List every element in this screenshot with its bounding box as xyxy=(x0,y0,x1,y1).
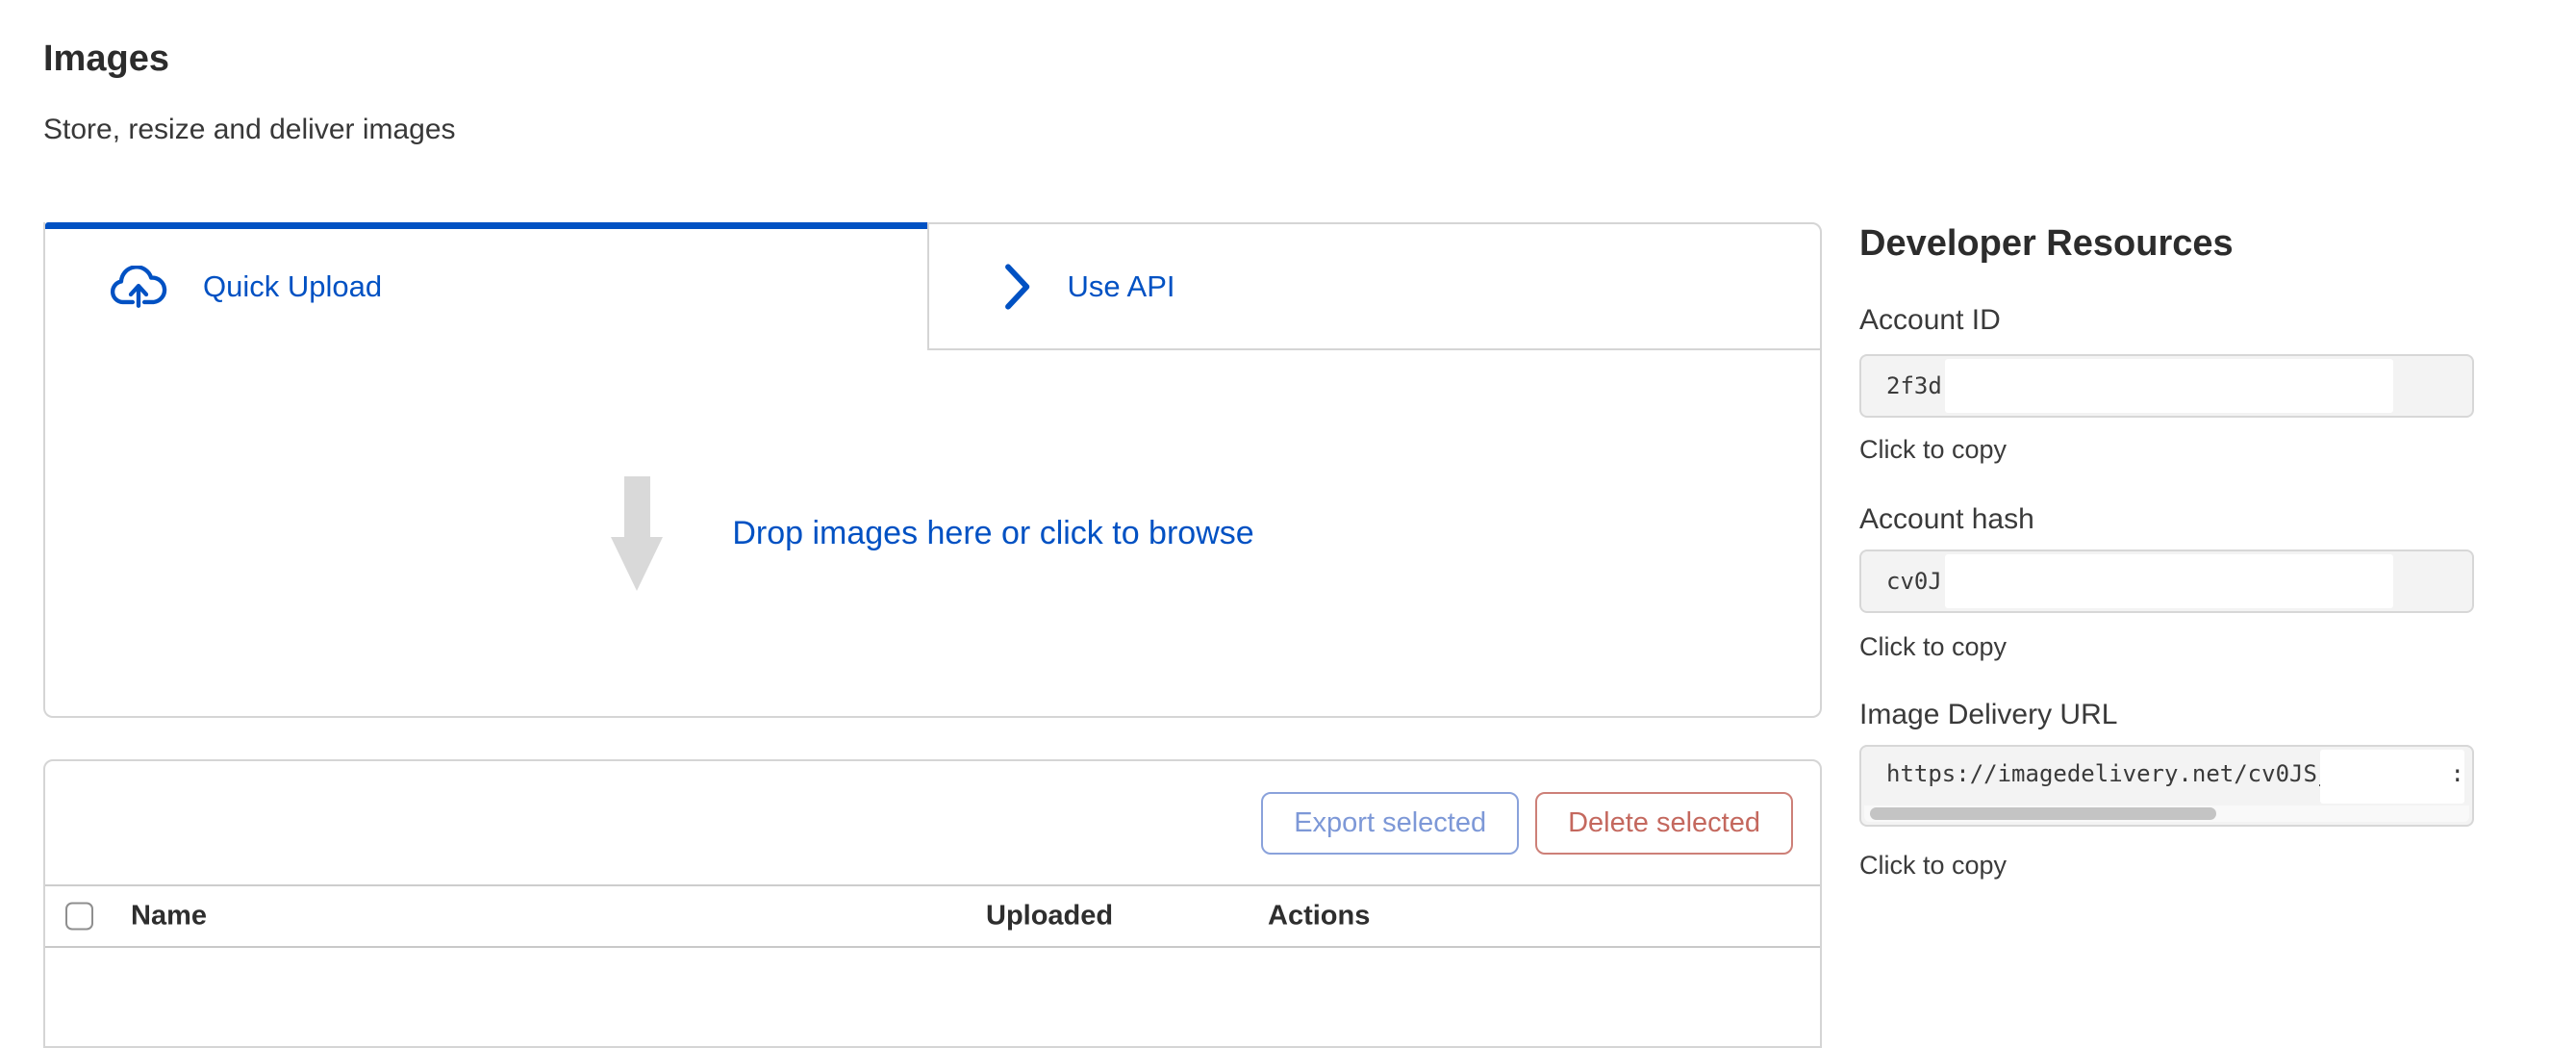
delivery-url-field[interactable]: https://imagedelivery.net/cv0JSj : xyxy=(1859,745,2474,827)
developer-resources-sidebar: Developer Resources Account ID 2f3d Clic… xyxy=(1859,223,2474,955)
redacted-value-mask xyxy=(1945,554,2393,608)
arrow-down-icon xyxy=(611,476,663,591)
account-id-field[interactable]: 2f3d xyxy=(1859,354,2474,418)
account-id-value: 2f3d xyxy=(1886,372,1942,399)
account-hash-label: Account hash xyxy=(1859,503,2034,536)
delivery-url-value: https://imagedelivery.net/cv0JSj xyxy=(1886,760,2331,787)
account-id-label: Account ID xyxy=(1859,304,2001,337)
tab-use-api[interactable]: Use API xyxy=(927,222,1823,350)
image-dropzone[interactable]: Drop images here or click to browse xyxy=(43,350,1822,718)
column-header-name: Name xyxy=(131,901,207,933)
tab-quick-upload[interactable]: Quick Upload xyxy=(43,222,927,350)
upload-panel: Quick Upload Use API Drop images here or… xyxy=(43,222,1822,718)
delivery-url-label: Image Delivery URL xyxy=(1859,699,2117,731)
redacted-value-mask xyxy=(1945,359,2393,413)
tab-quick-upload-label: Quick Upload xyxy=(203,269,382,304)
account-hash-value: cv0J xyxy=(1886,568,1942,595)
horizontal-scrollbar-track xyxy=(1864,805,2469,822)
redacted-value-mask xyxy=(2320,750,2464,804)
table-header-row: Name Uploaded Actions xyxy=(45,884,1820,948)
account-id-copy-hint: Click to copy xyxy=(1859,435,2007,465)
cloud-upload-icon xyxy=(109,266,168,308)
image-list-toolbar: Export selected Delete selected xyxy=(45,761,1820,884)
column-header-uploaded: Uploaded xyxy=(986,901,1113,933)
upload-tabs: Quick Upload Use API xyxy=(43,222,1822,350)
export-selected-button[interactable]: Export selected xyxy=(1261,792,1519,855)
image-list-panel: Export selected Delete selected Name Upl… xyxy=(43,759,1822,1048)
column-header-actions: Actions xyxy=(1268,901,1370,933)
tab-use-api-label: Use API xyxy=(1068,269,1175,304)
account-hash-field[interactable]: cv0J xyxy=(1859,550,2474,613)
account-hash-copy-hint: Click to copy xyxy=(1859,632,2007,662)
page-subtitle: Store, resize and deliver images xyxy=(43,114,456,146)
sidebar-title: Developer Resources xyxy=(1859,223,2474,265)
select-all-checkbox[interactable] xyxy=(65,903,93,931)
dropzone-label: Drop images here or click to browse xyxy=(732,515,1253,552)
page-title: Images xyxy=(43,38,169,80)
horizontal-scrollbar-thumb[interactable] xyxy=(1870,807,2216,820)
delivery-url-copy-hint: Click to copy xyxy=(1859,851,2007,881)
chevron-right-icon xyxy=(1002,262,1033,312)
delete-selected-button[interactable]: Delete selected xyxy=(1535,792,1793,855)
delivery-url-value-tail: : xyxy=(2451,760,2464,787)
